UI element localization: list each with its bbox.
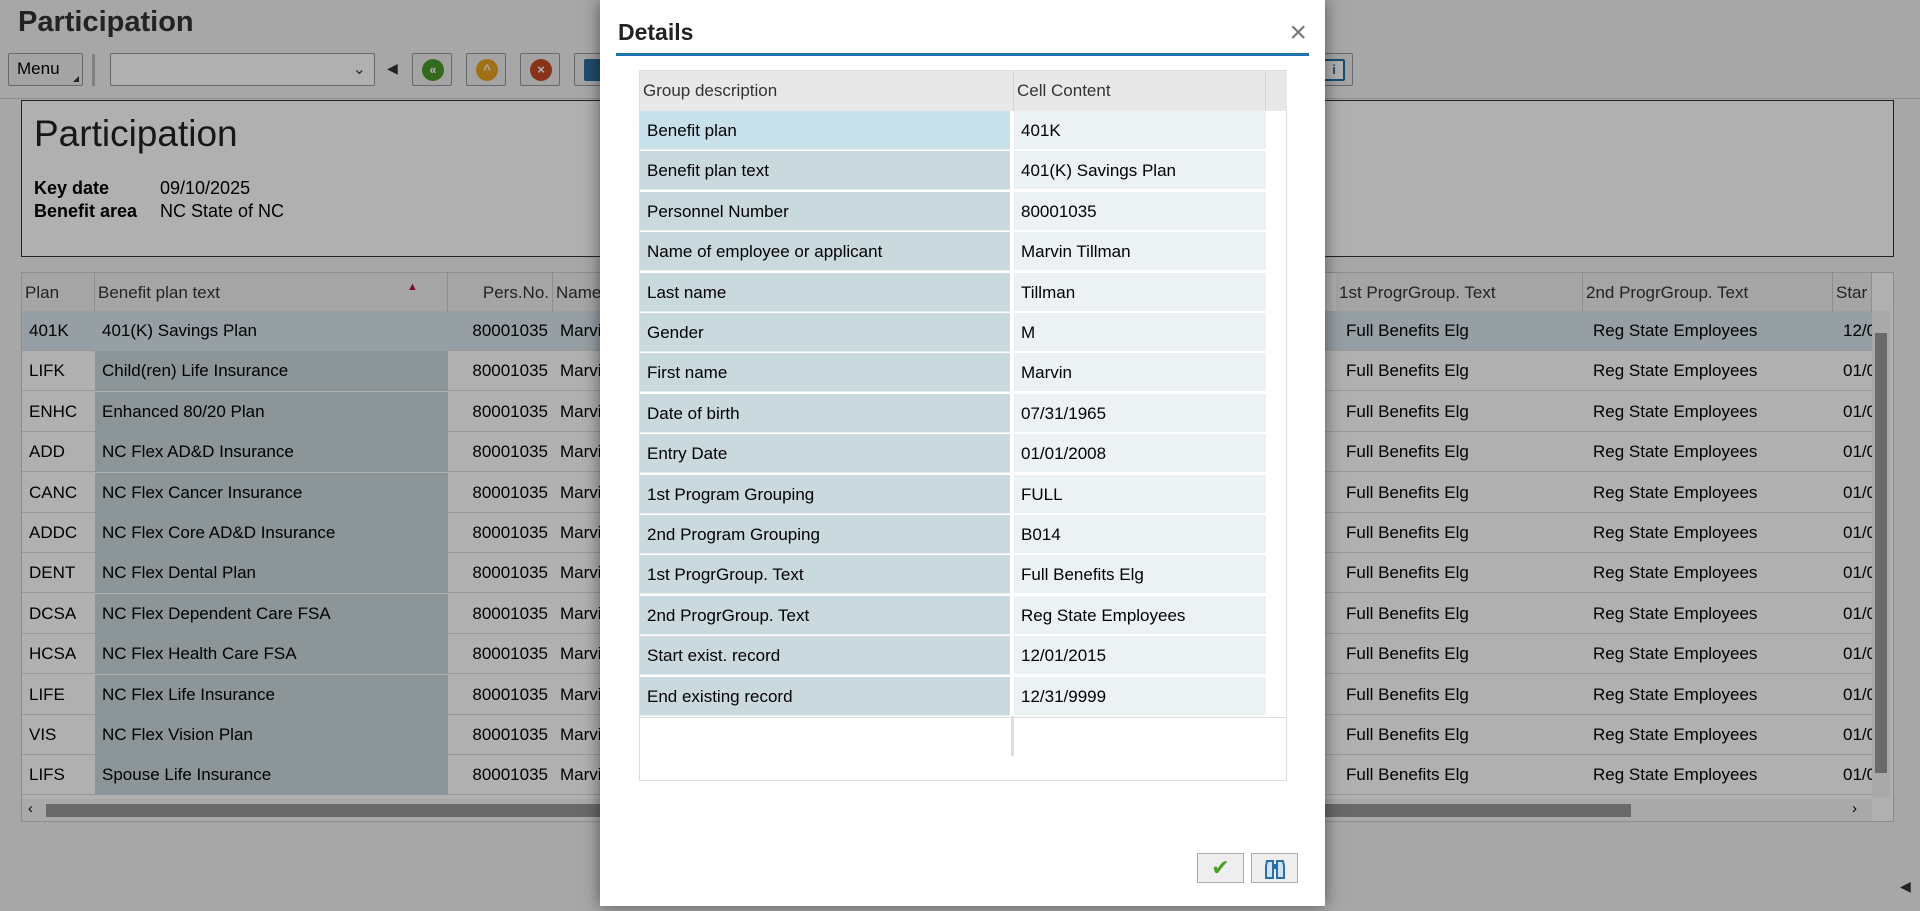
detail-value: Reg State Employees xyxy=(1014,595,1266,635)
detail-value: Marvin xyxy=(1014,353,1266,393)
details-table: Group description Cell Content Benefit p… xyxy=(639,70,1287,781)
detail-label: First name xyxy=(640,353,1010,393)
detail-label: Benefit plan xyxy=(640,111,1010,150)
detail-label: Entry Date xyxy=(640,434,1010,474)
detail-value: FULL xyxy=(1014,474,1266,514)
detail-label: Gender xyxy=(640,313,1010,352)
confirm-button[interactable]: ✔ xyxy=(1197,853,1244,883)
find-button[interactable] xyxy=(1251,853,1298,883)
header-filler xyxy=(1266,71,1287,111)
detail-label: Benefit plan text xyxy=(640,151,1010,191)
close-icon[interactable]: × xyxy=(1289,16,1307,50)
checkmark-icon: ✔ xyxy=(1211,855,1230,880)
details-dialog: Details × Group description Cell Content… xyxy=(600,0,1325,906)
binoculars-icon xyxy=(1264,860,1285,879)
detail-label: 1st ProgrGroup. Text xyxy=(640,555,1010,595)
detail-label: Date of birth xyxy=(640,393,1010,433)
column-header-cell-content[interactable]: Cell Content xyxy=(1014,71,1266,111)
detail-value: 401K xyxy=(1014,111,1266,150)
detail-value: B014 xyxy=(1014,515,1266,554)
detail-value: 401(K) Savings Plan xyxy=(1014,151,1266,191)
empty-row-divider xyxy=(1011,716,1014,756)
detail-value: 12/31/9999 xyxy=(1014,676,1266,716)
detail-value: M xyxy=(1014,313,1266,352)
detail-value: Marvin Tillman xyxy=(1014,232,1266,272)
detail-value: 01/01/2008 xyxy=(1014,434,1266,474)
detail-label: End existing record xyxy=(640,676,1010,716)
detail-label: 2nd Program Grouping xyxy=(640,515,1010,554)
detail-value: 07/31/1965 xyxy=(1014,393,1266,433)
detail-label: Start exist. record xyxy=(640,636,1010,676)
detail-label: Name of employee or applicant xyxy=(640,232,1010,272)
detail-value: 12/01/2015 xyxy=(1014,636,1266,676)
detail-value: Full Benefits Elg xyxy=(1014,555,1266,595)
title-underline xyxy=(616,53,1309,56)
column-header-group-description[interactable]: Group description xyxy=(640,71,1014,111)
table-divider xyxy=(640,717,1286,718)
detail-label: 1st Program Grouping xyxy=(640,474,1010,514)
detail-value: Tillman xyxy=(1014,272,1266,312)
detail-value: 80001035 xyxy=(1014,191,1266,231)
detail-label: Last name xyxy=(640,272,1010,312)
detail-label: Personnel Number xyxy=(640,191,1010,231)
dialog-title: Details xyxy=(618,19,694,45)
detail-label: 2nd ProgrGroup. Text xyxy=(640,595,1010,635)
